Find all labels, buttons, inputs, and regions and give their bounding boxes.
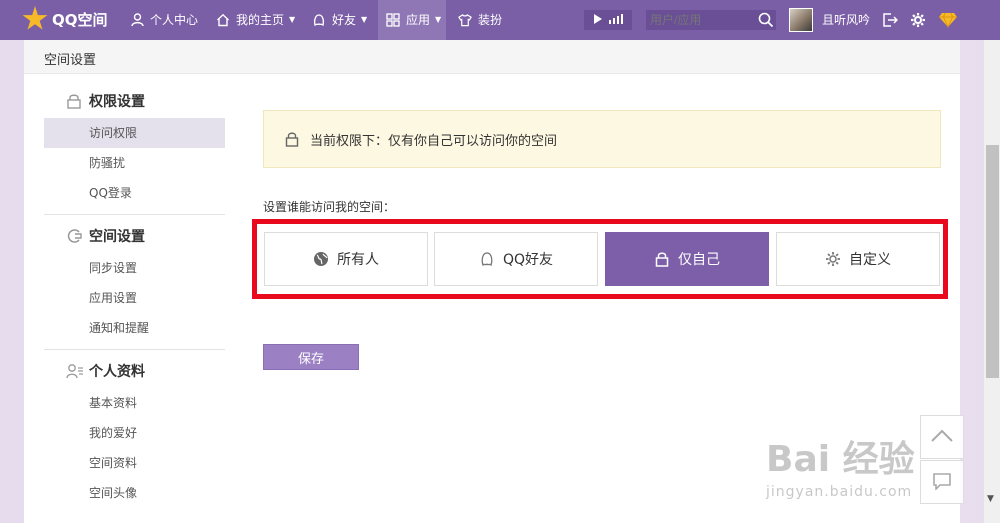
option-label: QQ好友 — [502, 252, 554, 268]
globe-icon — [313, 251, 329, 267]
option-label: 自定义 — [849, 252, 891, 268]
avatar[interactable] — [789, 8, 813, 32]
top-nav-bar: QQ空间 个人中心 我的主页 ▼ 好友 ▼ 应用 ▼ 装扮 用户/应用 且听风吟 — [0, 0, 1000, 40]
equalizer-icon — [608, 13, 623, 27]
sidebar-item-space-info[interactable]: 空间资料 — [44, 448, 225, 478]
sidebar-item-hobbies[interactable]: 我的爱好 — [44, 418, 225, 448]
sidebar-item-qq-login[interactable]: QQ登录 — [44, 178, 225, 208]
notice-text: 当前权限下：仅有你自己可以访问你的空间 — [310, 133, 558, 149]
baidu-jingyan-watermark: Bai 经验 jingyan.baidu.com — [766, 430, 915, 500]
save-button[interactable]: 保存 — [263, 344, 359, 370]
scrollbar-thumb[interactable] — [986, 145, 999, 378]
space-icon — [66, 228, 82, 244]
nav-my-homepage[interactable]: 我的主页 ▼ — [216, 0, 295, 40]
chevron-down-icon: ▼ — [361, 15, 368, 24]
search-icon[interactable] — [758, 12, 774, 28]
search-input[interactable] — [646, 10, 776, 30]
nav-label: 个人中心 — [150, 13, 199, 27]
sidebar-item-access[interactable]: 访问权限 — [44, 118, 225, 148]
sidebar-group-profile: 个人资料 — [44, 360, 225, 382]
nav-apps[interactable]: 应用 ▼ — [378, 0, 446, 40]
feedback-icon — [932, 472, 952, 493]
logout-icon[interactable] — [882, 12, 899, 28]
chevron-down-icon: ▼ — [435, 15, 442, 24]
option-only-me[interactable]: 仅自己 — [605, 232, 769, 286]
nav-decorate[interactable]: 装扮 — [458, 0, 502, 40]
lock-icon — [284, 131, 300, 147]
shirt-icon — [458, 13, 472, 27]
friends-icon — [312, 13, 326, 27]
penguin-icon — [479, 251, 495, 267]
option-qq-friends[interactable]: QQ好友 — [434, 232, 598, 286]
nav-label: 好友 — [332, 13, 357, 27]
gear-icon[interactable] — [910, 12, 926, 28]
gear-icon — [825, 251, 841, 267]
sidebar-item-space-avatar[interactable]: 空间头像 — [44, 478, 225, 508]
nav-label: 装扮 — [478, 13, 503, 27]
option-everyone[interactable]: 所有人 — [264, 232, 428, 286]
divider — [44, 214, 225, 215]
option-custom[interactable]: 自定义 — [776, 232, 940, 286]
profile-icon — [66, 363, 83, 379]
settings-sidebar: 权限设置 访问权限 防骚扰 QQ登录 空间设置 同步设置 应用设置 通知和提醒 … — [44, 90, 225, 508]
music-player[interactable] — [584, 10, 632, 30]
watermark-main: Bai 经验 — [766, 439, 915, 480]
sidebar-item-notifications[interactable]: 通知和提醒 — [44, 313, 225, 343]
logo-text: QQ空间 — [52, 10, 108, 29]
chevron-up-icon — [930, 429, 954, 446]
option-label: 仅自己 — [678, 252, 720, 268]
grid-icon — [386, 13, 400, 27]
sidebar-item-app-settings[interactable]: 应用设置 — [44, 283, 225, 313]
divider — [44, 349, 225, 350]
lock-icon — [654, 251, 670, 267]
nav-personal-center[interactable]: 个人中心 — [130, 0, 198, 40]
back-to-top-button[interactable] — [920, 415, 964, 459]
scroll-down-arrow-icon[interactable]: ▼ — [987, 494, 994, 504]
watermark-sub: jingyan.baidu.com — [766, 484, 913, 500]
chevron-down-icon: ▼ — [289, 15, 296, 24]
diamond-icon[interactable] — [938, 12, 958, 29]
panel-header: 空间设置 — [24, 40, 960, 74]
sidebar-item-sync[interactable]: 同步设置 — [44, 253, 225, 283]
sidebar-item-basic-info[interactable]: 基本资料 — [44, 388, 225, 418]
sidebar-group-title: 个人资料 — [89, 364, 145, 380]
sidebar-group-title: 空间设置 — [89, 229, 145, 245]
sidebar-group-space: 空间设置 — [44, 225, 225, 247]
nav-friends[interactable]: 好友 ▼ — [312, 0, 367, 40]
sidebar-group-title: 权限设置 — [89, 94, 145, 110]
qzone-logo[interactable]: QQ空间 — [22, 6, 108, 32]
nav-label: 我的主页 — [236, 13, 285, 27]
access-prompt: 设置谁能访问我的空间： — [263, 200, 396, 214]
home-icon — [216, 13, 230, 27]
star-logo-icon — [22, 6, 48, 30]
nav-label: 应用 — [406, 13, 431, 27]
sidebar-item-anti-harass[interactable]: 防骚扰 — [44, 148, 225, 178]
feedback-button[interactable] — [920, 460, 964, 504]
play-icon[interactable] — [593, 13, 602, 27]
person-icon — [130, 13, 144, 27]
lock-icon — [66, 93, 82, 109]
option-label: 所有人 — [337, 252, 379, 268]
sidebar-group-permissions: 权限设置 — [44, 90, 225, 112]
permission-notice: 当前权限下：仅有你自己可以访问你的空间 — [263, 110, 941, 168]
username[interactable]: 且听风吟 — [822, 0, 870, 40]
page-title: 空间设置 — [44, 53, 97, 68]
